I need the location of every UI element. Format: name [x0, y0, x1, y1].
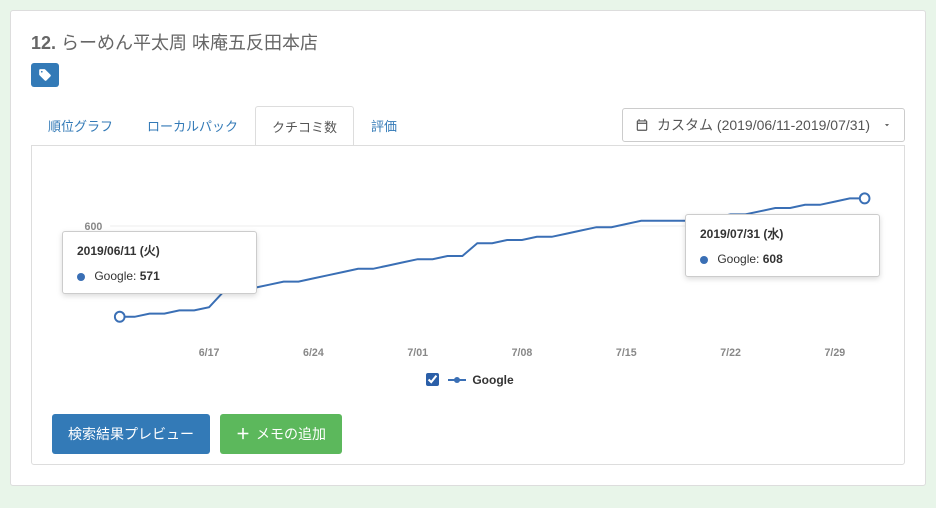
tab-rank-graph[interactable]: 順位グラフ	[31, 105, 130, 146]
date-range-picker[interactable]: カスタム (2019/06/11-2019/07/31)	[622, 108, 905, 142]
chevron-down-icon	[882, 117, 892, 133]
tabs: 順位グラフ ローカルパック クチコミ数 評価	[31, 105, 622, 146]
add-memo-button[interactable]: ＋ メモの追加	[220, 414, 342, 454]
tag-button[interactable]	[31, 63, 59, 87]
date-range-label: カスタム (2019/06/11-2019/07/31)	[657, 115, 870, 135]
series-dot-icon	[77, 273, 85, 281]
x-tick: 7/15	[616, 347, 637, 359]
tooltip-end-series: Google:	[717, 252, 759, 266]
chart-panel: 600 6/176/247/017/087/157/227/29 2019/06…	[31, 145, 905, 465]
card-title: 12. らーめん平太周 味庵五反田本店	[31, 29, 905, 55]
x-tick: 7/29	[825, 347, 846, 359]
tooltip-end: 2019/07/31 (水) Google: 608	[685, 214, 880, 277]
tooltip-end-value: 608	[763, 252, 783, 266]
x-tick: 7/08	[512, 347, 533, 359]
rank-number: 12.	[31, 33, 56, 53]
store-name: らーめん平太周 味庵五反田本店	[61, 33, 318, 53]
tab-rating[interactable]: 評価	[354, 105, 414, 146]
legend-line-icon	[448, 379, 466, 381]
x-tick: 7/22	[720, 347, 741, 359]
x-tick: 6/24	[303, 347, 324, 359]
tab-local-pack[interactable]: ローカルパック	[130, 105, 255, 146]
tab-review-count[interactable]: クチコミ数	[255, 106, 354, 147]
plus-icon: ＋	[236, 424, 250, 444]
store-card: 12. らーめん平太周 味庵五反田本店 順位グラフ ローカルパック クチコミ数 …	[10, 10, 926, 486]
legend-toggle-google[interactable]	[426, 373, 439, 386]
tooltip-end-title: 2019/07/31 (水)	[700, 225, 865, 242]
x-tick: 7/01	[407, 347, 428, 359]
chart-legend: Google	[52, 370, 884, 389]
tooltip-start-value: 571	[140, 269, 160, 283]
series-dot-icon	[700, 256, 708, 264]
tooltip-start-series: Google:	[94, 269, 136, 283]
tooltip-start-title: 2019/06/11 (火)	[77, 242, 242, 259]
search-result-preview-button[interactable]: 検索結果プレビュー	[52, 414, 210, 454]
tooltip-start: 2019/06/11 (火) Google: 571	[62, 231, 257, 294]
tag-icon	[38, 68, 52, 82]
calendar-icon	[635, 118, 649, 132]
x-tick: 6/17	[199, 347, 220, 359]
legend-label: Google	[472, 373, 513, 387]
